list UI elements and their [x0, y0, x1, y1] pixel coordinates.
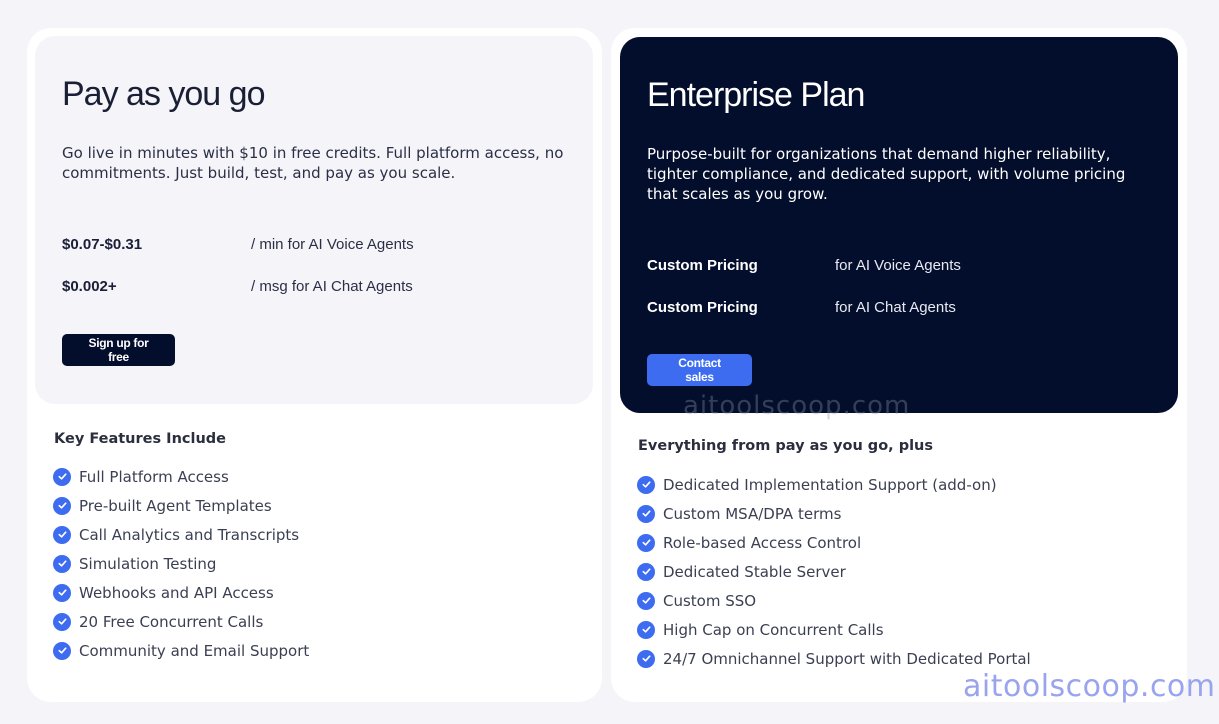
price-unit: / min for AI Voice Agents — [251, 236, 414, 253]
feature-label: Pre-built Agent Templates — [79, 496, 272, 515]
list-item: Custom MSA/DPA terms — [637, 499, 1031, 528]
feature-label: Call Analytics and Transcripts — [79, 525, 300, 544]
check-circle-icon — [637, 562, 655, 581]
feature-label: Custom MSA/DPA terms — [663, 504, 842, 523]
check-circle-icon — [637, 533, 655, 552]
check-circle-icon — [53, 467, 71, 486]
list-item: Pre-built Agent Templates — [53, 491, 309, 520]
check-circle-icon — [637, 504, 655, 523]
pay-as-you-go-card: Pay as you go Go live in minutes with $1… — [27, 28, 602, 702]
list-item: Custom SSO — [637, 586, 1031, 615]
feature-label: 20 Free Concurrent Calls — [79, 612, 264, 631]
check-circle-icon — [637, 620, 655, 639]
feature-label: Simulation Testing — [79, 554, 217, 573]
plan-title: Pay as you go — [62, 75, 265, 113]
check-circle-icon — [53, 612, 71, 631]
list-item: Webhooks and API Access — [53, 578, 309, 607]
price-amount: Custom Pricing — [647, 257, 758, 274]
feature-label: Full Platform Access — [79, 467, 229, 486]
list-item: Full Platform Access — [53, 462, 309, 491]
pay-as-you-go-panel: Pay as you go Go live in minutes with $1… — [35, 36, 593, 404]
features-heading: Key Features Include — [54, 431, 226, 447]
check-circle-icon — [53, 525, 71, 544]
price-amount: $0.002+ — [62, 278, 117, 295]
plan-description: Purpose-built for organizations that dem… — [647, 145, 1126, 203]
list-item: Role-based Access Control — [637, 528, 1031, 557]
enterprise-panel: Enterprise Plan Purpose-built for organi… — [620, 37, 1178, 413]
price-amount: $0.07-$0.31 — [62, 236, 143, 253]
check-circle-icon — [637, 475, 655, 494]
watermark-text: aitoolscoop.com — [963, 669, 1216, 704]
price-unit: for AI Voice Agents — [835, 257, 961, 274]
price-unit: / msg for AI Chat Agents — [251, 278, 413, 295]
feature-label: Custom SSO — [663, 591, 757, 610]
list-item: Call Analytics and Transcripts — [53, 520, 309, 549]
check-circle-icon — [53, 583, 71, 602]
feature-label: Webhooks and API Access — [79, 583, 274, 602]
features-list: Dedicated Implementation Support (add-on… — [637, 470, 1031, 673]
enterprise-card: Enterprise Plan Purpose-built for organi… — [611, 28, 1187, 702]
watermark-text: aitoolscoop.com — [683, 391, 911, 421]
list-item: 20 Free Concurrent Calls — [53, 607, 309, 636]
features-list: Full Platform Access Pre-built Agent Tem… — [53, 462, 309, 665]
features-heading: Everything from pay as you go, plus — [638, 438, 934, 454]
feature-label: Dedicated Implementation Support (add-on… — [663, 475, 997, 494]
check-circle-icon — [637, 649, 655, 668]
check-circle-icon — [53, 554, 71, 573]
sign-up-button[interactable]: Sign up for free — [62, 334, 175, 366]
list-item: Dedicated Stable Server — [637, 557, 1031, 586]
plan-title: Enterprise Plan — [647, 76, 865, 114]
check-circle-icon — [637, 591, 655, 610]
price-amount: Custom Pricing — [647, 299, 758, 316]
list-item: High Cap on Concurrent Calls — [637, 615, 1031, 644]
feature-label: 24/7 Omnichannel Support with Dedicated … — [663, 649, 1031, 668]
check-circle-icon — [53, 496, 71, 515]
list-item: Simulation Testing — [53, 549, 309, 578]
list-item: Dedicated Implementation Support (add-on… — [637, 470, 1031, 499]
plan-description: Go live in minutes with $10 in free cred… — [62, 144, 564, 182]
list-item: Community and Email Support — [53, 636, 309, 665]
feature-label: Dedicated Stable Server — [663, 562, 846, 581]
feature-label: High Cap on Concurrent Calls — [663, 620, 884, 639]
feature-label: Community and Email Support — [79, 641, 310, 660]
check-circle-icon — [53, 641, 71, 660]
feature-label: Role-based Access Control — [663, 533, 862, 552]
contact-sales-button[interactable]: Contact sales — [647, 354, 752, 386]
price-unit: for AI Chat Agents — [835, 299, 956, 316]
